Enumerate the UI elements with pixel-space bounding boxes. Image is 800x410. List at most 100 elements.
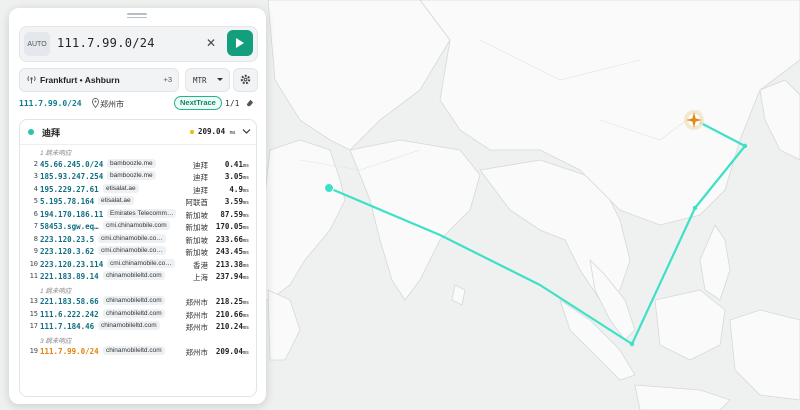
hop-latency: 170.05ms xyxy=(215,222,249,231)
hop-ip[interactable]: 223.120.3.62 xyxy=(40,247,94,256)
latency-unit: ms xyxy=(242,225,249,231)
no-response-row: 3 跳未响应 xyxy=(20,333,256,346)
target-city: 郑州市 xyxy=(100,100,124,109)
hop-hostname: etisalat.ae xyxy=(98,196,134,205)
hop-number: 19 xyxy=(29,347,38,355)
no-response-row: 1 跳未响应 xyxy=(20,145,256,158)
hop-ip[interactable]: 58453.sgw.eq… xyxy=(40,222,99,231)
hop-latency: 3.05ms xyxy=(224,172,249,181)
hop-latency: 243.45ms xyxy=(215,247,249,256)
hop-latency: 210.24ms xyxy=(215,322,249,331)
compass-marker-icon[interactable] xyxy=(684,110,704,130)
hop-latency: 213.38ms xyxy=(215,259,249,269)
hop-ip[interactable]: 223.120.23.114 xyxy=(40,260,103,269)
hop-latency: 237.94ms xyxy=(215,272,249,281)
hop-row[interactable]: 8 223.120.23.5 cmi.chinamobile.co… 新加坡 233.6… xyxy=(20,233,256,246)
hop-ip[interactable]: 45.66.245.0/24 xyxy=(40,160,103,169)
hop-row[interactable]: 13 221.183.58.66 chinamobileltd.com 郑州市 218.… xyxy=(20,295,256,308)
hop-hostname: cmi.chinamobile.co… xyxy=(98,233,166,243)
hop-row[interactable]: 11 221.183.89.14 chinamobileltd.com 上海 237.9… xyxy=(20,270,256,283)
destination-latency: 209.04 ms xyxy=(198,127,236,136)
hop-location: 迪拜 xyxy=(193,160,208,170)
hop-ip[interactable]: 185.93.247.254 xyxy=(40,172,103,181)
no-response-row: 1 跳未响应 xyxy=(20,283,256,296)
hop-hostname: cmi.chinamobile.co… xyxy=(107,258,175,268)
status-dot xyxy=(28,129,34,135)
hop-number: 7 xyxy=(33,222,38,230)
hop-location: 新加坡 xyxy=(185,210,209,220)
antenna-icon xyxy=(27,76,36,84)
no-response-note: 1 跳未响应 xyxy=(40,150,72,157)
hop-latency: 4.9ms xyxy=(229,184,249,194)
hop-latency: 3.59ms xyxy=(224,197,249,206)
hop-location: 新加坡 xyxy=(185,248,209,257)
gear-icon xyxy=(240,74,251,85)
hop-row[interactable]: 6 194.170.186.11 Emirates Telecomm… 新加坡 87.5… xyxy=(20,208,256,221)
page-indicator: 1/1 xyxy=(225,99,240,108)
target-info-row: 111.7.99.0/24 郑州市 NextTrace 1/1 xyxy=(19,96,259,110)
hop-latency: 233.66ms xyxy=(215,234,249,244)
hop-row[interactable]: 19 111.7.99.0/24 chinamobileltd.com 郑州市 209.… xyxy=(20,345,256,358)
latency-unit: ms xyxy=(242,262,249,269)
hop-row[interactable]: 7 58453.sgw.eq… cmi.chinamobile.com 新加坡 170.… xyxy=(20,220,256,233)
trace-result-header[interactable]: 迪拜 209.04 ms xyxy=(20,120,256,145)
no-response-note: 3 跳未响应 xyxy=(40,337,72,345)
hop-row[interactable]: 15 111.6.222.242 chinamobileltd.com 郑州市 210.… xyxy=(20,308,256,321)
hop-number: 17 xyxy=(29,322,38,330)
nexttrace-badge[interactable]: NextTrace xyxy=(174,96,222,110)
hop-latency: 210.66ms xyxy=(215,309,249,319)
hop-ip[interactable]: 221.183.89.14 xyxy=(40,272,99,281)
hop-row[interactable]: 17 111.7.184.46 chinamobileltd.com 郑州市 210.2… xyxy=(20,320,256,333)
hop-location: 郑州市 xyxy=(185,298,209,307)
hop-marker xyxy=(629,341,635,347)
hop-row[interactable]: 2 45.66.245.0/24 bamboozle.me 迪拜 0.41ms xyxy=(20,158,256,171)
hop-marker xyxy=(692,205,698,211)
hop-row[interactable]: 4 195.229.27.61 etisalat.ae 迪拜 4.9ms xyxy=(20,183,256,196)
hop-ip[interactable]: 111.6.222.242 xyxy=(40,310,99,319)
hop-hostname: bamboozle.me xyxy=(107,171,156,180)
latency-unit: ms xyxy=(242,350,249,356)
hop-ip[interactable]: 221.183.58.66 xyxy=(40,297,99,306)
hop-location: 郑州市 xyxy=(185,323,209,332)
hop-hostname: chinamobileltd.com xyxy=(98,321,160,330)
probe-nodes-label: Frankfurt • Ashburn xyxy=(40,75,120,85)
drag-handle[interactable] xyxy=(127,13,147,19)
origin-marker xyxy=(324,183,334,193)
hop-row[interactable]: 9 223.120.3.62 cmi.chinamobile.co… 新加坡 243.4… xyxy=(20,245,256,258)
hop-row[interactable]: 3 185.93.247.254 bamboozle.me 迪拜 3.05ms xyxy=(20,170,256,183)
probe-nodes-selector[interactable]: Frankfurt • Ashburn +3 xyxy=(19,68,179,92)
latency-unit: ms xyxy=(242,325,249,331)
hop-number: 2 xyxy=(33,159,38,168)
settings-button[interactable] xyxy=(233,68,258,92)
eraser-icon[interactable] xyxy=(245,98,254,107)
hop-hostname: bamboozle.me xyxy=(107,158,156,168)
hop-location: 上海 xyxy=(193,273,208,282)
hop-location: 阿联酋 xyxy=(185,198,209,207)
target-prefix[interactable]: 111.7.99.0/24 xyxy=(19,99,82,108)
hop-number: 13 xyxy=(29,297,38,305)
hop-ip[interactable]: 195.229.27.61 xyxy=(40,185,99,194)
target-input[interactable]: 111.7.99.0/24 xyxy=(57,36,155,50)
latency-unit: ms xyxy=(242,237,249,244)
hop-ip[interactable]: 194.170.186.11 xyxy=(40,210,103,219)
chevron-down-icon[interactable] xyxy=(242,128,251,135)
run-trace-button[interactable] xyxy=(227,30,253,56)
hop-latency: 0.41ms xyxy=(224,159,249,169)
hop-row[interactable]: 10 223.120.23.114 cmi.chinamobile.co… 香港 213… xyxy=(20,258,256,271)
close-icon[interactable]: ✕ xyxy=(206,36,216,50)
hop-number: 8 xyxy=(33,234,38,243)
hop-ip[interactable]: 111.7.184.46 xyxy=(40,322,94,331)
hop-list: 1 跳未响应 2 45.66.245.0/24 bamboozle.me 迪拜 0.41m… xyxy=(20,145,256,358)
hop-ip[interactable]: 223.120.23.5 xyxy=(40,235,94,244)
latency-unit: ms xyxy=(242,175,249,181)
protocol-select[interactable]: MTR xyxy=(185,68,230,92)
latency-unit: ms xyxy=(242,162,249,169)
hop-hostname: cmi.chinamobile.co… xyxy=(98,246,166,255)
hop-row[interactable]: 5 5.195.78.164 etisalat.ae 阿联酋 3.59ms xyxy=(20,195,256,208)
hop-ip[interactable]: 111.7.99.0/24 xyxy=(40,347,99,356)
hop-ip[interactable]: 5.195.78.164 xyxy=(40,197,94,206)
hop-hostname: chinamobileltd.com xyxy=(103,296,165,305)
hop-location: 新加坡 xyxy=(185,223,209,232)
hop-hostname: Emirates Telecomm… xyxy=(107,208,177,218)
mode-toggle-button[interactable]: AUTO xyxy=(24,32,50,56)
